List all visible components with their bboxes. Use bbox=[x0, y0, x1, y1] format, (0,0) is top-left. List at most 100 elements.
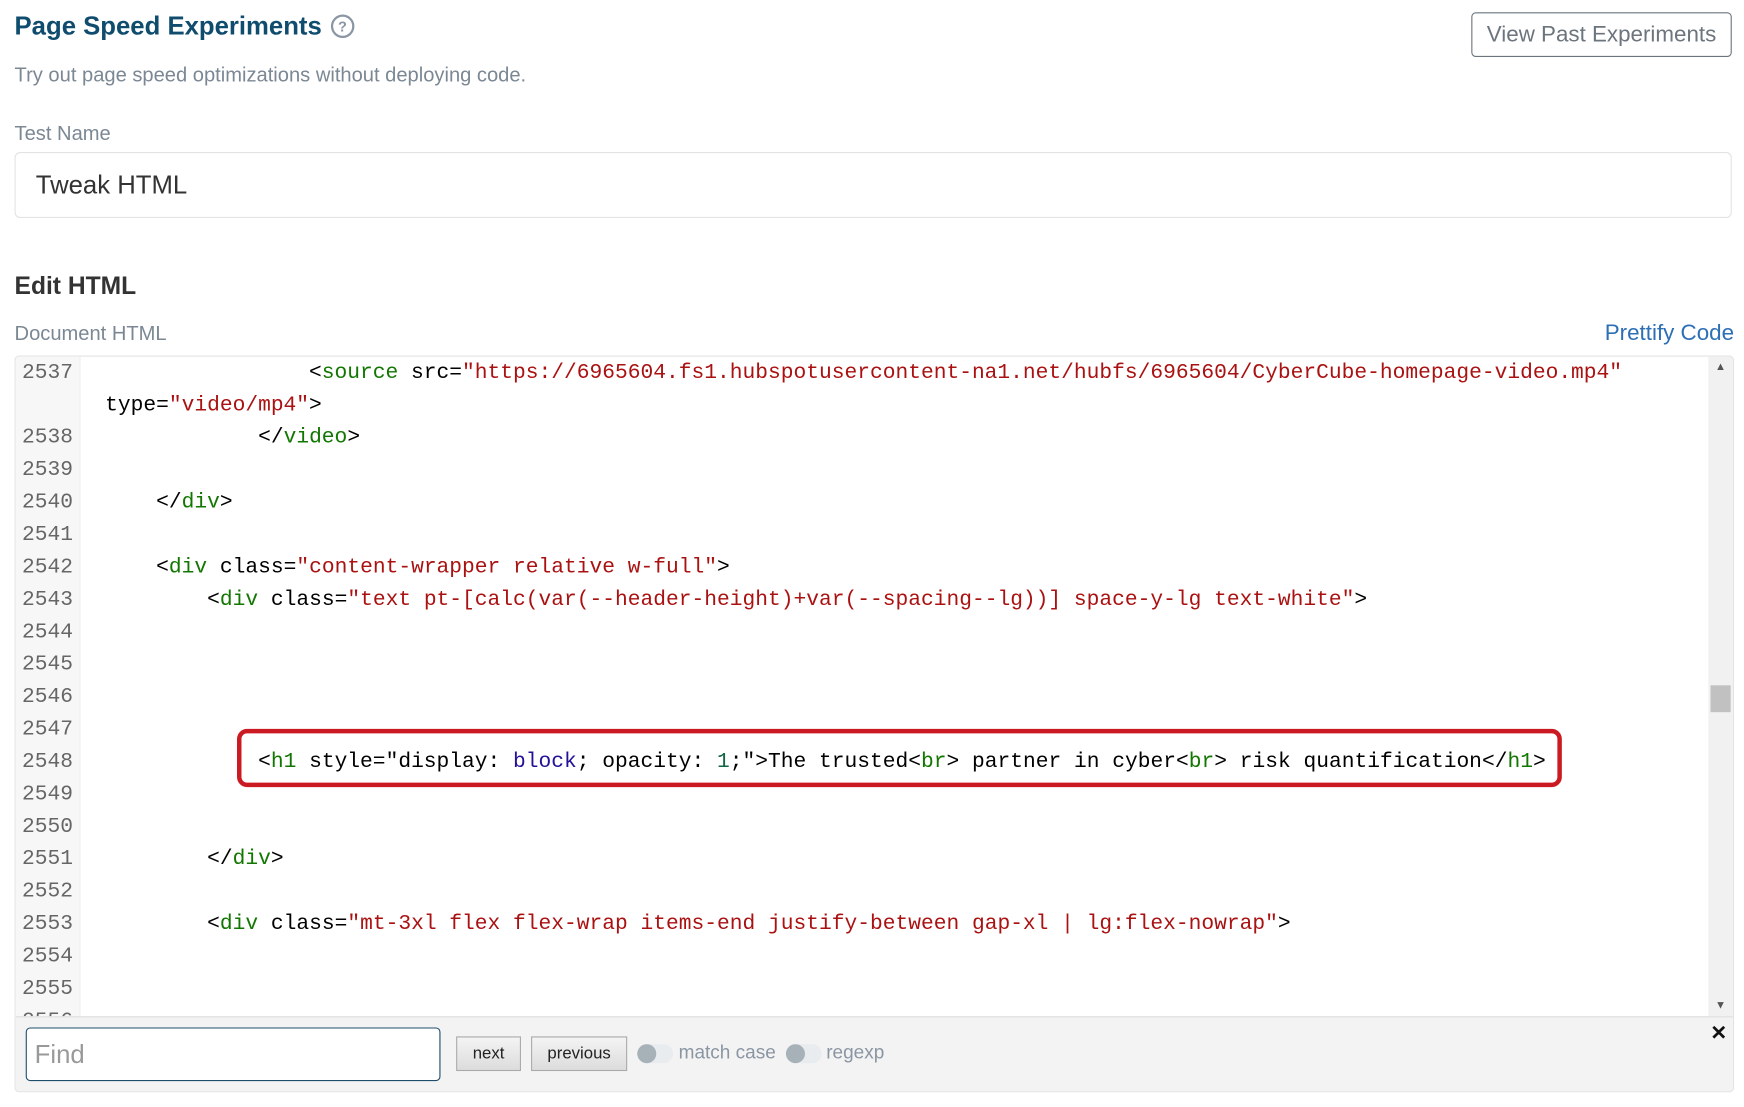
code-line: 2556 bbox=[16, 1005, 1709, 1016]
code-token-tag: video bbox=[283, 424, 348, 450]
code-line: 2543 <div class="text pt-[calc(var(--hea… bbox=[16, 584, 1709, 616]
code-token-bracket: < bbox=[156, 554, 169, 580]
document-html-label: Document HTML bbox=[14, 321, 167, 345]
code-token-txt: ; opacity: bbox=[576, 749, 718, 774]
code-token-attr: class= bbox=[258, 586, 348, 612]
code-token-bracket: </ bbox=[258, 424, 284, 450]
code-line: 2539 bbox=[16, 454, 1709, 486]
line-content bbox=[79, 778, 1708, 810]
page-title-text: Page Speed Experiments bbox=[14, 11, 322, 41]
code-line: 2552 bbox=[16, 875, 1709, 907]
code-line: 2550 bbox=[16, 811, 1709, 843]
code-token-bracket: > bbox=[1532, 749, 1546, 774]
code-token-str: "https://6965604.fs1.hubspotusercontent-… bbox=[462, 359, 1623, 385]
code-token-str: "content-wrapper relative w-full" bbox=[296, 554, 718, 580]
line-number: 2555 bbox=[22, 976, 74, 1001]
line-content bbox=[79, 811, 1708, 843]
line-number: 2546 bbox=[22, 684, 74, 709]
line-number: 2543 bbox=[22, 586, 74, 612]
code-token-tag: br bbox=[1188, 749, 1215, 774]
toggle-knob bbox=[637, 1044, 657, 1064]
find-bar: next previous match case regexp ✕ bbox=[15, 1016, 1733, 1092]
code-token-kw: block bbox=[513, 749, 577, 774]
question-circle-icon[interactable]: ? bbox=[330, 14, 355, 39]
code-token-bracket: < bbox=[908, 749, 922, 774]
view-past-experiments-button[interactable]: View Past Experiments bbox=[1471, 12, 1732, 58]
find-input[interactable] bbox=[25, 1027, 441, 1082]
code-token-str: "video/mp4" bbox=[168, 392, 310, 418]
line-content bbox=[79, 519, 1708, 551]
code-line: 2549 bbox=[16, 778, 1709, 810]
find-next-button[interactable]: next bbox=[456, 1036, 521, 1072]
code-token-attr: style= bbox=[296, 749, 386, 774]
line-content bbox=[79, 713, 1708, 745]
code-line: 2547 bbox=[16, 713, 1709, 745]
line-content: <div class="mt-3xl flex flex-wrap items-… bbox=[79, 908, 1708, 940]
line-number: 2540 bbox=[22, 489, 74, 515]
code-editor[interactable]: 2537 <source src="https://6965604.fs1.hu… bbox=[14, 355, 1735, 1093]
line-content bbox=[79, 616, 1708, 648]
line-number: 2550 bbox=[22, 813, 74, 839]
test-name-input[interactable] bbox=[14, 152, 1732, 219]
code-token-tag: div bbox=[219, 586, 259, 612]
code-token-bracket: < bbox=[309, 359, 322, 385]
prettify-code-link[interactable]: Prettify Code bbox=[1605, 321, 1734, 347]
scroll-down-arrow-icon[interactable]: ▼ bbox=[1715, 999, 1726, 1011]
code-token-bracket: </ bbox=[207, 846, 233, 871]
line-number: 2538 bbox=[22, 424, 74, 450]
line-number: 2551 bbox=[22, 846, 74, 871]
page-speed-experiments-page: Page Speed Experiments ? Try out page sp… bbox=[0, 0, 1744, 1107]
code-token-bracket: </ bbox=[156, 489, 182, 515]
scrollbar-thumb[interactable] bbox=[1710, 685, 1731, 713]
code-token-tag: h1 bbox=[270, 749, 297, 774]
line-number: 2544 bbox=[22, 619, 74, 644]
vertical-scrollbar[interactable]: ▲ ▼ bbox=[1708, 356, 1733, 1017]
code-token-txt: partner in cyber bbox=[959, 749, 1176, 774]
code-token-tag: div bbox=[232, 846, 271, 871]
match-case-toggle[interactable] bbox=[637, 1044, 674, 1064]
line-content bbox=[79, 940, 1708, 972]
code-token-bracket: > bbox=[219, 489, 233, 515]
code-token-txt: risk quantification bbox=[1226, 749, 1482, 774]
code-token-bracket: > bbox=[309, 392, 322, 418]
code-line: 2553 <div class="mt-3xl flex flex-wrap i… bbox=[16, 908, 1709, 940]
line-number: 2547 bbox=[22, 716, 74, 742]
code-token-bracket: > bbox=[1354, 586, 1368, 612]
code-line: 2537 <source src="https://6965604.fs1.hu… bbox=[16, 357, 1709, 422]
line-content: <div class="text pt-[calc(var(--header-h… bbox=[79, 584, 1708, 616]
regexp-label: regexp bbox=[826, 1041, 885, 1064]
find-previous-button[interactable]: previous bbox=[531, 1036, 628, 1072]
code-token-bracket: > bbox=[717, 554, 730, 580]
line-content bbox=[79, 454, 1708, 486]
code-token-bracket: > bbox=[946, 749, 960, 774]
code-line: 2546 bbox=[16, 681, 1709, 713]
line-number: 2552 bbox=[22, 878, 74, 904]
line-content bbox=[79, 875, 1708, 907]
code-token-txt: "display: bbox=[385, 749, 514, 774]
code-area[interactable]: 2537 <source src="https://6965604.fs1.hu… bbox=[16, 357, 1709, 1016]
line-number: 2539 bbox=[22, 457, 74, 482]
test-name-label: Test Name bbox=[14, 121, 111, 145]
match-case-label: match case bbox=[678, 1041, 776, 1064]
code-line: 2542 <div class="content-wrapper relativ… bbox=[16, 551, 1709, 583]
code-token-bracket: < bbox=[1175, 749, 1189, 774]
code-line: 2541 bbox=[16, 519, 1709, 551]
line-number: 2548 bbox=[22, 749, 74, 774]
line-number: 2549 bbox=[22, 781, 74, 807]
regexp-toggle[interactable] bbox=[785, 1044, 822, 1064]
line-content: <source src="https://6965604.fs1.hubspot… bbox=[79, 357, 1708, 422]
line-number: 2553 bbox=[22, 911, 74, 936]
scroll-up-arrow-icon[interactable]: ▲ bbox=[1715, 361, 1726, 373]
toggle-knob bbox=[785, 1044, 805, 1064]
line-content bbox=[79, 973, 1708, 1005]
code-line: 2544 bbox=[16, 616, 1709, 648]
code-token-bracket: > bbox=[347, 424, 361, 450]
close-icon[interactable]: ✕ bbox=[1710, 1022, 1727, 1045]
code-token-attr: src= bbox=[398, 359, 463, 385]
code-token-num: 1 bbox=[717, 749, 730, 774]
code-line: 2554 bbox=[16, 940, 1709, 972]
